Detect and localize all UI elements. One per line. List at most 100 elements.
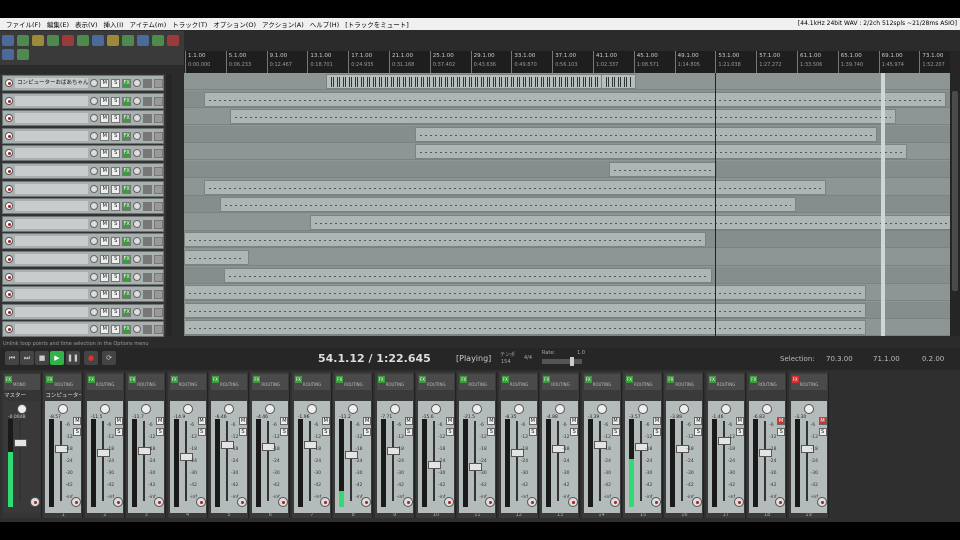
record-arm-icon[interactable] — [775, 497, 786, 507]
record-arm-icon[interactable] — [5, 132, 13, 140]
track-header[interactable]: M S FX — [2, 163, 164, 179]
pan-knob[interactable] — [99, 404, 110, 414]
io-button[interactable] — [154, 166, 163, 176]
record-arm-icon[interactable] — [5, 167, 13, 175]
track-lane[interactable] — [184, 284, 950, 301]
mute-button[interactable]: M — [363, 417, 372, 425]
volume-fader[interactable] — [14, 439, 27, 447]
pan-knob[interactable] — [638, 404, 648, 414]
fx-button[interactable]: FX — [212, 376, 219, 383]
io-button[interactable] — [154, 184, 163, 194]
io-button[interactable] — [154, 219, 163, 229]
fx-button[interactable]: FX — [543, 376, 551, 383]
track-header[interactable]: M S FX — [2, 321, 164, 337]
time-signature[interactable]: 4/4 — [524, 355, 532, 361]
media-item[interactable] — [184, 232, 706, 247]
volume-knob[interactable] — [90, 149, 99, 157]
pan-knob[interactable] — [555, 404, 566, 414]
track-lane[interactable] — [184, 214, 950, 231]
routing-button[interactable]: ROUTING — [96, 382, 115, 387]
solo-button[interactable]: S — [111, 201, 121, 211]
record-arm-icon[interactable] — [402, 497, 413, 507]
grid-icon[interactable] — [137, 35, 149, 46]
solo-button[interactable]: S — [111, 236, 121, 246]
mute-button[interactable]: M — [73, 417, 82, 425]
media-item[interactable] — [184, 320, 866, 335]
solo-button[interactable]: S — [111, 184, 121, 194]
fx-button[interactable]: FX — [501, 376, 509, 383]
settings-icon[interactable] — [47, 35, 59, 46]
routing-button[interactable]: ROUTING — [303, 382, 322, 387]
io-button[interactable] — [154, 272, 163, 282]
fx-button[interactable]: FX — [129, 376, 137, 383]
solo-button[interactable]: S — [156, 428, 165, 436]
menu-item-8[interactable]: ヘルプ(H) — [307, 19, 342, 29]
record-arm-icon[interactable] — [5, 237, 13, 245]
pan-knob[interactable] — [720, 404, 731, 414]
solo-button[interactable]: S — [570, 428, 579, 436]
track-header[interactable]: M S FX — [2, 93, 164, 109]
routing-button[interactable]: ROUTING — [593, 382, 612, 387]
track-name[interactable] — [14, 96, 89, 106]
pause-button[interactable]: ❚❚ — [66, 351, 80, 365]
record-arm-icon[interactable] — [568, 497, 579, 507]
track-name[interactable] — [14, 219, 89, 229]
mute-button[interactable]: M — [100, 219, 110, 229]
record-arm-icon[interactable] — [361, 497, 372, 507]
ruler-marker[interactable]: 41.1.00 1:02.337 — [593, 51, 633, 73]
track-lane[interactable] — [184, 91, 950, 108]
volume-knob[interactable] — [90, 273, 99, 281]
media-item[interactable] — [310, 215, 950, 230]
phase-icon[interactable] — [133, 220, 142, 228]
media-item[interactable] — [204, 180, 826, 195]
mute-button[interactable]: M — [280, 417, 289, 425]
phase-icon[interactable] — [133, 97, 142, 105]
routing-button[interactable]: ROUTING — [634, 382, 653, 387]
record-arm-icon[interactable] — [237, 497, 247, 507]
fx-button[interactable]: FX — [122, 96, 132, 106]
ruler-marker[interactable]: 29.1.00 0:43.636 — [470, 51, 511, 73]
routing-button[interactable]: ROUTING — [179, 382, 198, 387]
solo-button[interactable]: S — [111, 289, 121, 299]
routing-button[interactable]: ROUTING — [344, 382, 363, 387]
fx-button[interactable]: FX — [336, 376, 344, 383]
selection-start[interactable]: 70.3.00 — [826, 355, 853, 363]
solo-button[interactable]: S — [694, 428, 703, 436]
routing-button[interactable]: ROUTING — [261, 382, 280, 387]
io-button[interactable] — [154, 131, 163, 141]
phase-icon[interactable] — [133, 325, 142, 333]
group-icon[interactable] — [17, 49, 29, 60]
volume-knob[interactable] — [90, 308, 99, 316]
media-item[interactable] — [184, 303, 866, 318]
solo-button[interactable]: S — [653, 428, 661, 436]
io-button[interactable] — [154, 78, 163, 88]
pan-knob[interactable] — [265, 404, 276, 414]
io-button[interactable] — [154, 236, 163, 246]
track-header[interactable]: M S FX — [2, 216, 164, 232]
track-envelope-icon[interactable] — [143, 272, 153, 282]
mute-button[interactable]: M — [653, 417, 661, 425]
track-envelope-icon[interactable] — [143, 78, 153, 88]
track-header[interactable]: M S FX — [2, 110, 164, 126]
track-envelope-icon[interactable] — [143, 307, 153, 317]
fx-button[interactable]: FX — [122, 166, 132, 176]
track-header[interactable]: M S FX — [2, 181, 164, 197]
track-envelope-icon[interactable] — [143, 131, 153, 141]
fx-button[interactable]: FX — [122, 148, 132, 158]
fx-button[interactable]: FX — [294, 376, 302, 383]
track-lane[interactable] — [184, 249, 950, 266]
solo-button[interactable]: S — [111, 148, 121, 158]
mute-button[interactable]: M — [100, 184, 110, 194]
mute-button[interactable]: M — [100, 78, 110, 88]
track-envelope-icon[interactable] — [143, 201, 153, 211]
track-envelope-icon[interactable] — [143, 289, 153, 299]
track-name[interactable] — [14, 307, 89, 317]
routing-button[interactable]: MONO — [13, 382, 26, 387]
solo-button[interactable]: S — [73, 428, 82, 436]
fx-button[interactable]: FX — [750, 376, 758, 383]
volume-knob[interactable] — [90, 114, 99, 122]
fx-button[interactable]: FX — [122, 254, 132, 264]
track-envelope-icon[interactable] — [143, 148, 153, 158]
pan-knob[interactable] — [513, 404, 524, 414]
record-arm-icon[interactable] — [5, 308, 13, 316]
